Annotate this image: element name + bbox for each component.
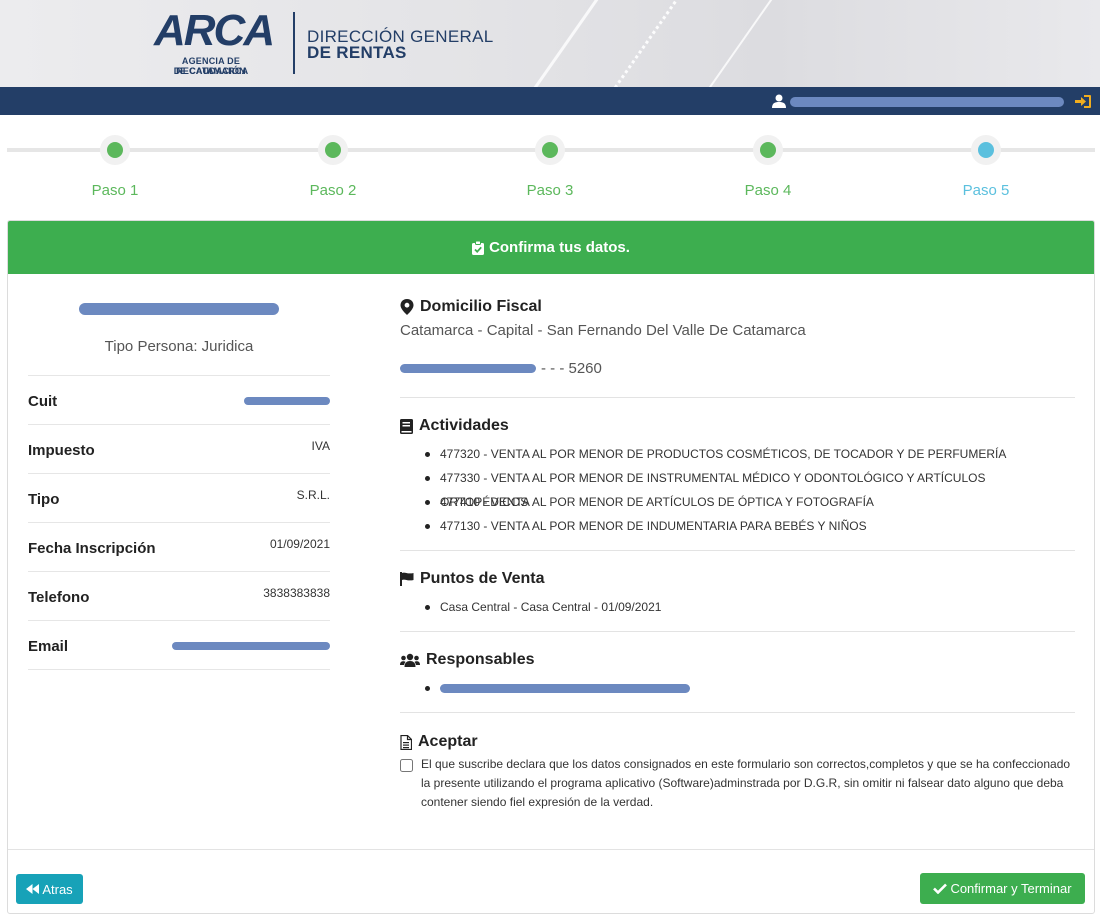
card-header: Confirma tus datos. [8, 221, 1094, 274]
step-5-marker [978, 142, 994, 158]
row-cuit-label: Cuit [28, 393, 58, 410]
actividades-section: Actividades 477320 - VENTA AL POR MENOR … [400, 398, 1075, 551]
step-3[interactable]: Paso 3 [490, 135, 610, 199]
step-3-marker [542, 142, 558, 158]
aceptar-title: Aceptar [418, 733, 478, 750]
row-fecha-inscripcion: Fecha Inscripción 01/09/2021 [28, 523, 330, 572]
step-1[interactable]: Paso 1 [55, 135, 175, 199]
step-2-label: Paso 2 [309, 182, 357, 199]
profile-table: Cuit Impuesto IVA Tipo S.R.L. Fecha Insc… [28, 375, 330, 670]
step-2[interactable]: Paso 2 [273, 135, 393, 199]
domicilio-title: Domicilio Fiscal [420, 298, 542, 315]
aceptar-section: Aceptar El que suscribe declara que los … [400, 713, 1075, 812]
arca-logo[interactable]: ARCA AGENCIA DE RECAUDACIÓN DE CATAMARCA [146, 6, 276, 80]
card-title: Confirma tus datos. [489, 239, 630, 256]
confirm-button-label: Confirmar y Terminar [950, 881, 1072, 896]
actividades-list: 477320 - VENTA AL POR MENOR DE PRODUCTOS… [400, 442, 1075, 538]
accept-checkbox[interactable] [400, 759, 413, 772]
responsables-section: Responsables [400, 632, 1075, 713]
list-item: 477130 - VENTA AL POR MENOR DE INDUMENTA… [423, 514, 1075, 538]
step-3-label: Paso 3 [526, 182, 574, 199]
puntos-venta-section: Puntos de Venta Casa Central - Casa Cent… [400, 551, 1075, 632]
file-text-icon [400, 734, 412, 750]
map-marker-icon [400, 299, 414, 315]
list-item [423, 676, 1075, 700]
step-5[interactable]: Paso 5 [926, 135, 1046, 199]
email-value-redacted [172, 642, 330, 650]
clipboard-check-icon [472, 240, 485, 255]
user-icon [772, 94, 786, 108]
details-column: Domicilio Fiscal Catamarca - Capital - S… [400, 291, 1075, 812]
logo-word: ARCA [154, 6, 275, 55]
book-icon [400, 418, 413, 434]
row-telefono-label: Telefono [28, 589, 90, 606]
row-telefono: Telefono 3838383838 [28, 572, 330, 621]
org-name-line-2: DE RENTAS [307, 43, 407, 62]
list-item: Casa Central - Casa Central - 01/09/2021 [423, 595, 1075, 619]
accept-declaration: El que suscribe declara que los datos co… [421, 757, 1071, 809]
row-fecha-label: Fecha Inscripción [28, 540, 156, 557]
actividades-title: Actividades [419, 417, 509, 434]
list-item: 477330 - VENTA AL POR MENOR DE INSTRUMEN… [423, 466, 1075, 509]
responsable-redacted [440, 684, 690, 693]
sign-in-icon[interactable] [1075, 95, 1091, 108]
domicilio-location: Catamarca - Capital - San Fernando Del V… [400, 322, 806, 339]
top-navbar [0, 87, 1100, 115]
row-tipo-value: S.R.L. [296, 488, 330, 502]
row-email: Email [28, 621, 330, 670]
step-4-marker [760, 142, 776, 158]
puntos-venta-list: Casa Central - Casa Central - 01/09/2021 [400, 595, 1075, 619]
row-tipo-label: Tipo [28, 491, 60, 508]
list-item: 477410 - VENTA AL POR MENOR DE ARTÍCULOS… [423, 490, 1075, 514]
logo-subtitle-2: DE CATAMARCA [173, 66, 249, 76]
domicilio-postal: - - - 5260 [541, 360, 602, 377]
domicilio-section: Domicilio Fiscal Catamarca - Capital - S… [400, 291, 1075, 398]
back-button-label: Atras [42, 881, 73, 897]
step-5-label: Paso 5 [962, 182, 1010, 199]
site-header: ARCA AGENCIA DE RECAUDACIÓN DE CATAMARCA… [0, 0, 1100, 87]
step-2-marker [325, 142, 341, 158]
company-name-redacted [79, 303, 279, 315]
confirm-finish-button[interactable]: Confirmar y Terminar [920, 873, 1085, 904]
responsables-title: Responsables [426, 651, 535, 668]
row-email-label: Email [28, 638, 69, 655]
check-icon [933, 883, 948, 894]
username-redacted[interactable] [790, 97, 1064, 107]
row-impuesto-value: IVA [311, 439, 330, 453]
users-icon [400, 653, 420, 667]
logo-divider [293, 12, 295, 74]
row-telefono-value: 3838383838 [263, 586, 330, 600]
cuit-value-redacted [244, 397, 330, 405]
backward-icon [26, 884, 40, 894]
step-1-marker [107, 142, 123, 158]
row-fecha-value: 01/09/2021 [269, 537, 330, 551]
back-button[interactable]: Atras [16, 874, 83, 904]
step-1-label: Paso 1 [91, 182, 139, 199]
row-tipo: Tipo S.R.L. [28, 474, 330, 523]
row-impuesto: Impuesto IVA [28, 425, 330, 474]
list-item: 477320 - VENTA AL POR MENOR DE PRODUCTOS… [423, 442, 1075, 466]
tipo-persona: Tipo Persona: Juridica [104, 338, 254, 355]
step-4-label: Paso 4 [744, 182, 792, 199]
street-redacted [400, 364, 536, 373]
row-cuit: Cuit [28, 376, 330, 425]
confirm-card: Confirma tus datos. Tipo Persona: Juridi… [7, 220, 1095, 914]
flag-icon [400, 572, 414, 586]
step-4[interactable]: Paso 4 [708, 135, 828, 199]
row-impuesto-label: Impuesto [28, 442, 95, 459]
responsables-list [400, 676, 1075, 700]
profile-summary: Tipo Persona: Juridica Cuit Impuesto IVA… [28, 291, 330, 670]
wizard-steps: Paso 1 Paso 2 Paso 3 Paso 4 Paso 5 [0, 115, 1100, 220]
card-footer-divider [8, 849, 1094, 850]
puntos-venta-title: Puntos de Venta [420, 570, 545, 587]
